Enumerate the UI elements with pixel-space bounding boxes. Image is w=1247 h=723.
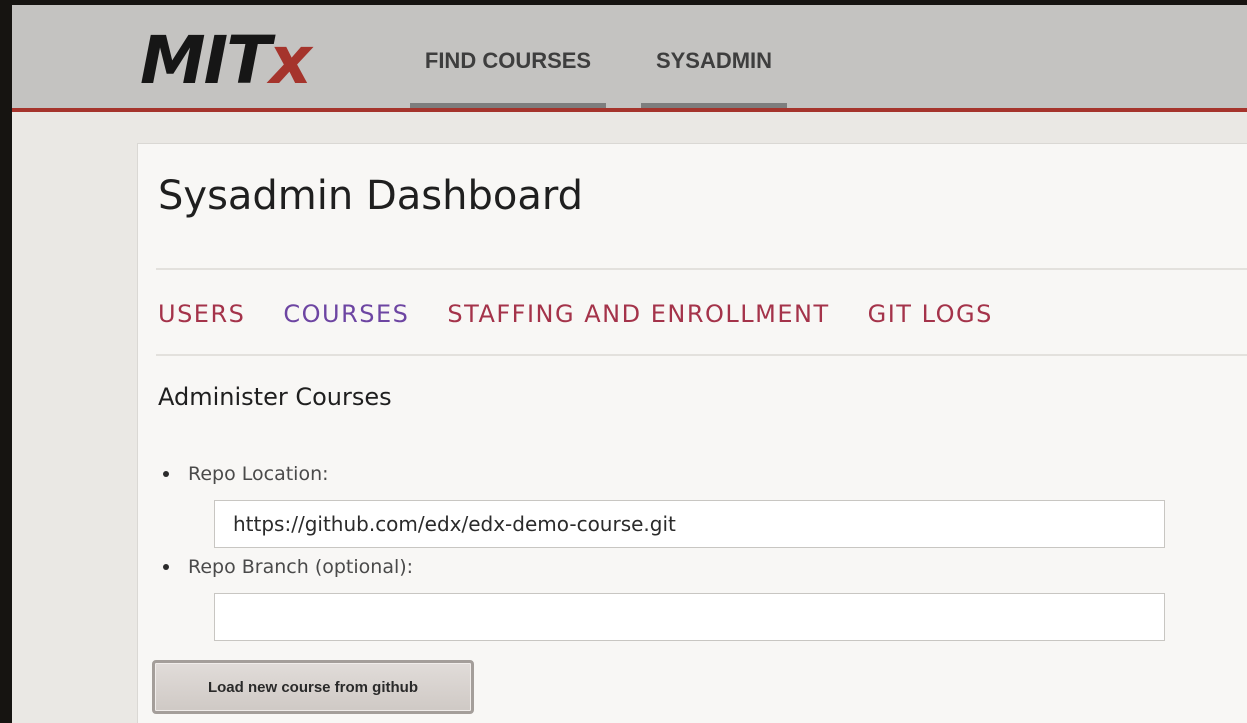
- tab-git-logs[interactable]: GIT LOGS: [868, 298, 993, 330]
- repo-location-input[interactable]: [214, 500, 1165, 548]
- tab-staffing-and-enrollment[interactable]: STAFFING AND ENROLLMENT: [447, 298, 829, 330]
- dashboard-panel: Sysadmin Dashboard USERS COURSES STAFFING …: [137, 143, 1247, 723]
- divider: [156, 354, 1247, 356]
- browser-viewport: MITx FIND COURSES SYSADMIN Sysadmin Dash…: [12, 5, 1247, 723]
- tab-courses[interactable]: COURSES: [283, 298, 409, 330]
- divider: [156, 268, 1247, 270]
- mitx-logo[interactable]: MITx: [140, 22, 312, 99]
- bullet: [163, 564, 169, 570]
- repo-location-label: Repo Location:: [163, 462, 329, 486]
- tab-users[interactable]: USERS: [158, 298, 245, 330]
- section-title: Administer Courses: [158, 383, 392, 411]
- top-navigation-bar: MITx FIND COURSES SYSADMIN: [12, 5, 1247, 112]
- dashboard-tabs: USERS COURSES STAFFING AND ENROLLMENT GIT L…: [158, 298, 1031, 330]
- load-course-button[interactable]: Load new course from github: [152, 660, 474, 714]
- nav-sysadmin[interactable]: SYSADMIN: [641, 5, 787, 108]
- repo-branch-input[interactable]: [214, 593, 1165, 641]
- bullet: [163, 471, 169, 477]
- repo-branch-label-text: Repo Branch (optional):: [188, 556, 414, 578]
- repo-branch-label: Repo Branch (optional):: [163, 555, 414, 579]
- page-title: Sysadmin Dashboard: [158, 173, 583, 219]
- logo-text: MIT: [140, 22, 271, 99]
- logo-x: x: [269, 22, 312, 99]
- nav-find-courses[interactable]: FIND COURSES: [410, 5, 606, 108]
- repo-location-label-text: Repo Location:: [188, 463, 329, 485]
